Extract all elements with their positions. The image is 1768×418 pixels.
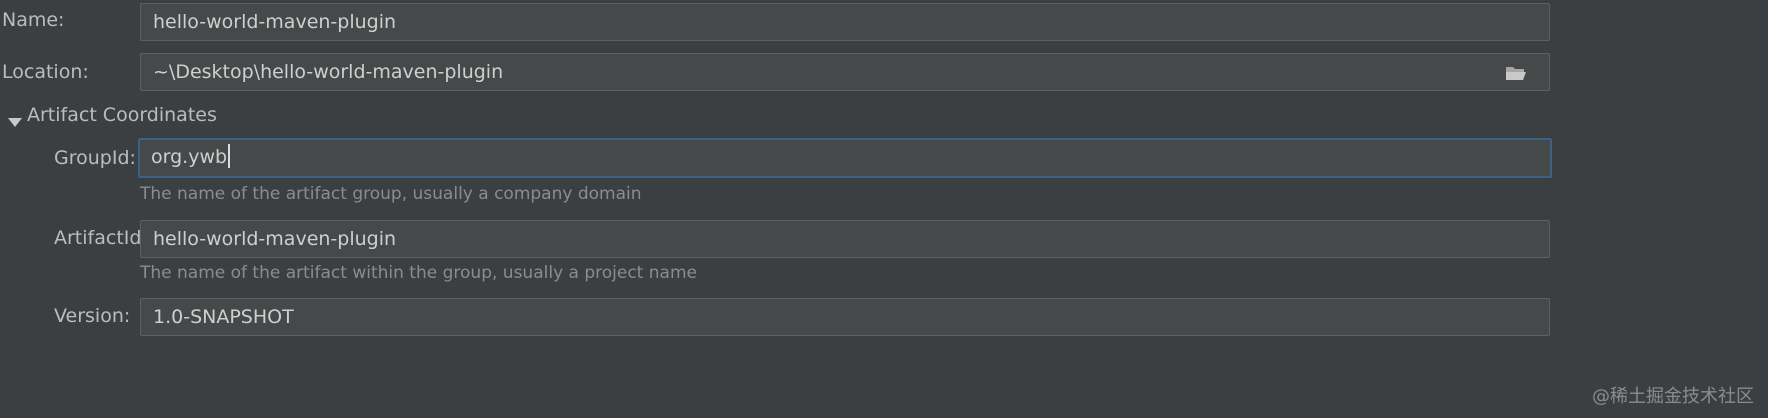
groupid-label: GroupId: [54, 147, 136, 169]
version-input[interactable]: 1.0-SNAPSHOT [140, 298, 1550, 336]
watermark: @稀土掘金技术社区 [1592, 386, 1754, 407]
artifactid-hint: The name of the artifact within the grou… [140, 263, 697, 283]
artifactid-input-value: hello-world-maven-plugin [153, 228, 397, 250]
version-label: Version: [54, 305, 131, 327]
groupid-hint: The name of the artifact group, usually … [140, 184, 642, 204]
text-cursor [228, 144, 231, 168]
artifactid-label: ArtifactId: [54, 227, 148, 249]
location-input[interactable]: ~\Desktop\hello-world-maven-plugin [140, 53, 1550, 91]
name-input-value: hello-world-maven-plugin [153, 11, 397, 33]
name-input[interactable]: hello-world-maven-plugin [140, 3, 1550, 41]
artifactid-input[interactable]: hello-world-maven-plugin [140, 220, 1550, 258]
groupid-input-value: org.ywb [151, 146, 228, 168]
version-input-value: 1.0-SNAPSHOT [153, 306, 294, 328]
location-input-value: ~\Desktop\hello-world-maven-plugin [153, 61, 504, 83]
location-label: Location: [2, 61, 89, 83]
name-label: Name: [2, 9, 65, 31]
folder-open-icon[interactable] [1505, 65, 1527, 81]
expand-arrow-icon[interactable] [8, 118, 22, 127]
groupid-input[interactable]: org.ywb [138, 138, 1552, 178]
artifact-coordinates-header[interactable]: Artifact Coordinates [27, 104, 217, 126]
